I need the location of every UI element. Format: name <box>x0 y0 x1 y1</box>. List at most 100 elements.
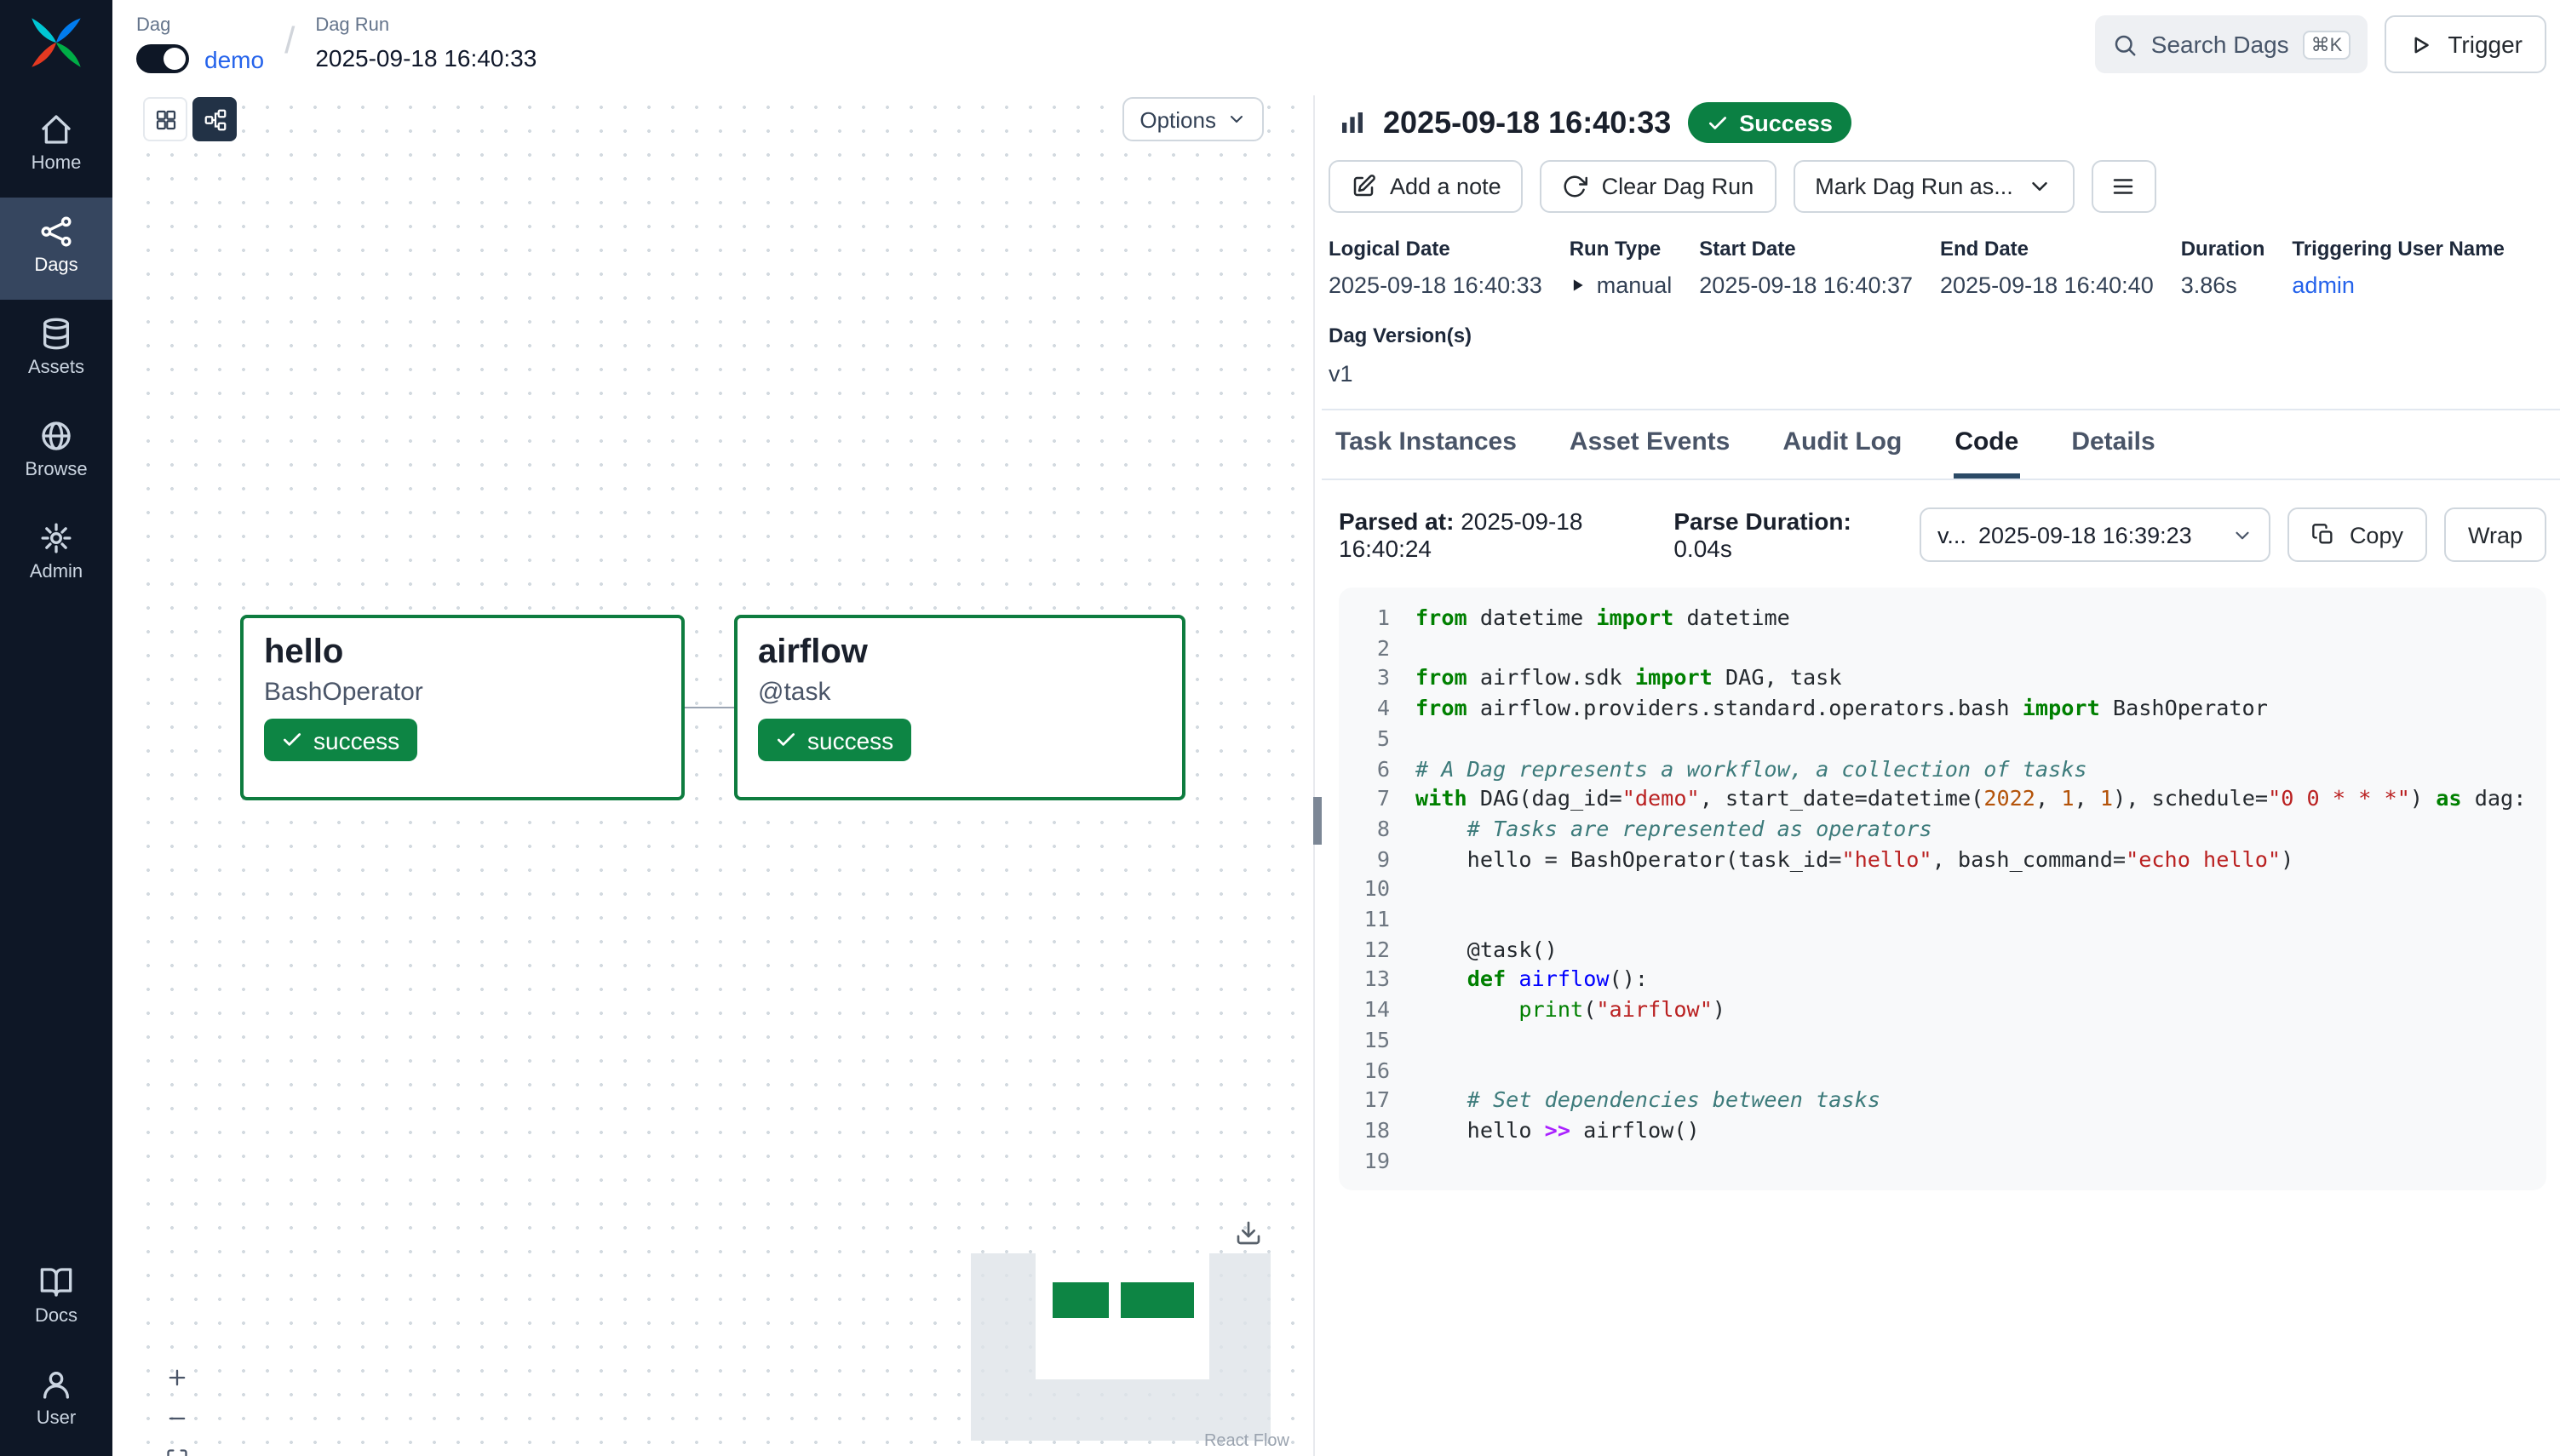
chevron-down-icon <box>2232 524 2254 546</box>
user-icon <box>39 1367 73 1402</box>
tab-task-instances[interactable]: Task Instances <box>1334 410 1518 479</box>
dag-versions: Dag Version(s) v1 <box>1329 324 2546 387</box>
meta-end-date: End Date 2025-09-18 16:40:40 <box>1940 237 2154 298</box>
graph-icon <box>202 106 227 132</box>
sidebar-item-label: User <box>37 1408 76 1429</box>
sidebar-item-user[interactable]: User <box>0 1350 112 1453</box>
sidebar-item-label: Assets <box>28 358 84 378</box>
tab-audit-log[interactable]: Audit Log <box>1781 410 1903 479</box>
copy-button[interactable]: Copy <box>2288 507 2427 562</box>
add-note-button[interactable]: Add a note <box>1329 160 1524 213</box>
topbar-actions: Search Dags ⌘K Trigger <box>2095 15 2546 73</box>
maximize-icon <box>165 1447 189 1456</box>
toggle-knob <box>164 48 186 70</box>
triggering-user-link[interactable]: admin <box>2292 272 2504 298</box>
home-icon <box>39 112 73 146</box>
tab-asset-events[interactable]: Asset Events <box>1568 410 1731 479</box>
fit-view-button[interactable] <box>162 1444 192 1456</box>
dag-name-link[interactable]: demo <box>204 45 264 72</box>
note-icon <box>1351 174 1376 199</box>
zoom-in-button[interactable] <box>162 1362 192 1393</box>
code-line: 19 <box>1352 1145 2526 1175</box>
parse-duration-label: Parse Duration: <box>1673 507 1851 535</box>
sidebar-item-dags[interactable]: Dags <box>0 198 112 300</box>
run-title: 2025-09-18 16:40:33 <box>1383 105 1671 140</box>
dags-icon <box>39 215 73 249</box>
chevron-down-icon <box>1226 109 1247 129</box>
sidebar-item-home[interactable]: Home <box>0 95 112 198</box>
meta-label: Start Date <box>1699 237 1913 261</box>
sidebar: Home Dags Assets Browse Admin Docs <box>0 0 112 1456</box>
check-icon <box>1707 112 1729 134</box>
tab-code[interactable]: Code <box>1953 410 2020 479</box>
run-tabs: Task Instances Asset Events Audit Log Co… <box>1322 410 2560 480</box>
breadcrumb-dag-run: Dag Run 2025-09-18 16:40:33 <box>315 15 537 73</box>
sidebar-item-admin[interactable]: Admin <box>0 504 112 606</box>
run-status-label: Success <box>1739 110 1833 135</box>
task-node-hello[interactable]: hello BashOperator success <box>240 615 685 800</box>
graph-minimap[interactable] <box>971 1253 1271 1441</box>
code-line: 8 # Tasks are represented as operators <box>1352 814 2526 844</box>
code-line: 17 # Set dependencies between tasks <box>1352 1086 2526 1115</box>
assets-icon <box>39 317 73 351</box>
code-line: 10 <box>1352 874 2526 904</box>
tab-details[interactable]: Details <box>2069 410 2156 479</box>
meta-value: 2025-09-18 16:40:37 <box>1699 272 1913 298</box>
graph-options-button[interactable]: Options <box>1122 97 1264 141</box>
parse-duration: Parse Duration: 0.04s <box>1673 507 1886 562</box>
code-line: 16 <box>1352 1055 2526 1085</box>
sidebar-item-label: Browse <box>25 460 87 480</box>
dag-versions-label: Dag Version(s) <box>1329 324 2546 347</box>
meta-value: 3.86s <box>2181 272 2265 298</box>
meta-label: Triggering User Name <box>2292 237 2504 261</box>
dag-graph-canvas[interactable]: Options hello BashOperator success airfl… <box>136 95 1305 1456</box>
code-line: 5 <box>1352 724 2526 754</box>
run-type-text: manual <box>1597 272 1673 298</box>
search-dags-button[interactable]: Search Dags ⌘K <box>2095 15 2368 73</box>
panel-splitter[interactable] <box>1313 95 1315 1456</box>
task-operator: @task <box>758 678 1162 707</box>
code-line: 9 hello = BashOperator(task_id="hello", … <box>1352 844 2526 874</box>
meta-value: 2025-09-18 16:40:40 <box>1940 272 2154 298</box>
dag-source-code: 1from datetime import datetime23from air… <box>1339 588 2546 1191</box>
code-line: 6# A Dag represents a workflow, a collec… <box>1352 754 2526 783</box>
download-graph-button[interactable] <box>1235 1219 1264 1248</box>
dag-pause-toggle[interactable] <box>136 44 189 73</box>
dag-run-id: 2025-09-18 16:40:33 <box>315 44 537 72</box>
graph-view-button[interactable] <box>192 97 237 141</box>
code-line: 13 def airflow(): <box>1352 965 2526 995</box>
task-status-label: success <box>807 726 893 754</box>
version-prefix: v... <box>1937 522 1966 547</box>
download-icon <box>1235 1219 1262 1247</box>
sidebar-bottom-nav: Docs User <box>0 1248 112 1453</box>
task-node-airflow[interactable]: airflow @task success <box>734 615 1185 800</box>
wrap-button[interactable]: Wrap <box>2444 507 2546 562</box>
code-line: 15 <box>1352 1025 2526 1055</box>
code-line: 18 hello >> airflow() <box>1352 1115 2526 1145</box>
mark-dag-run-as-button[interactable]: Mark Dag Run as... <box>1793 160 2075 213</box>
meta-label: Logical Date <box>1329 237 1542 261</box>
airflow-logo-icon <box>27 14 85 72</box>
meta-value: 2025-09-18 16:40:33 <box>1329 272 1542 298</box>
search-icon <box>2112 32 2138 57</box>
task-operator: BashOperator <box>264 678 661 707</box>
trigger-button[interactable]: Trigger <box>2385 15 2546 73</box>
plus-icon <box>165 1366 189 1390</box>
browse-icon <box>39 419 73 453</box>
sidebar-item-assets[interactable]: Assets <box>0 300 112 402</box>
sidebar-item-label: Home <box>32 153 82 174</box>
sidebar-item-browse[interactable]: Browse <box>0 402 112 504</box>
grid-view-button[interactable] <box>143 97 187 141</box>
code-version-select[interactable]: v... 2025-09-18 16:39:23 <box>1920 507 2271 562</box>
clear-dag-run-button[interactable]: Clear Dag Run <box>1541 160 1777 213</box>
minimap-node <box>1053 1282 1109 1318</box>
zoom-out-button[interactable] <box>162 1403 192 1434</box>
task-status-badge: success <box>264 719 416 761</box>
run-menu-button[interactable] <box>2092 160 2156 213</box>
add-note-label: Add a note <box>1390 174 1501 199</box>
sidebar-item-docs[interactable]: Docs <box>0 1248 112 1350</box>
dag-version-value: v1 <box>1329 361 2546 387</box>
meta-logical-date: Logical Date 2025-09-18 16:40:33 <box>1329 237 1542 298</box>
dag-label: Dag <box>136 15 264 36</box>
parsed-at: Parsed at: 2025-09-18 16:40:24 <box>1339 507 1639 562</box>
